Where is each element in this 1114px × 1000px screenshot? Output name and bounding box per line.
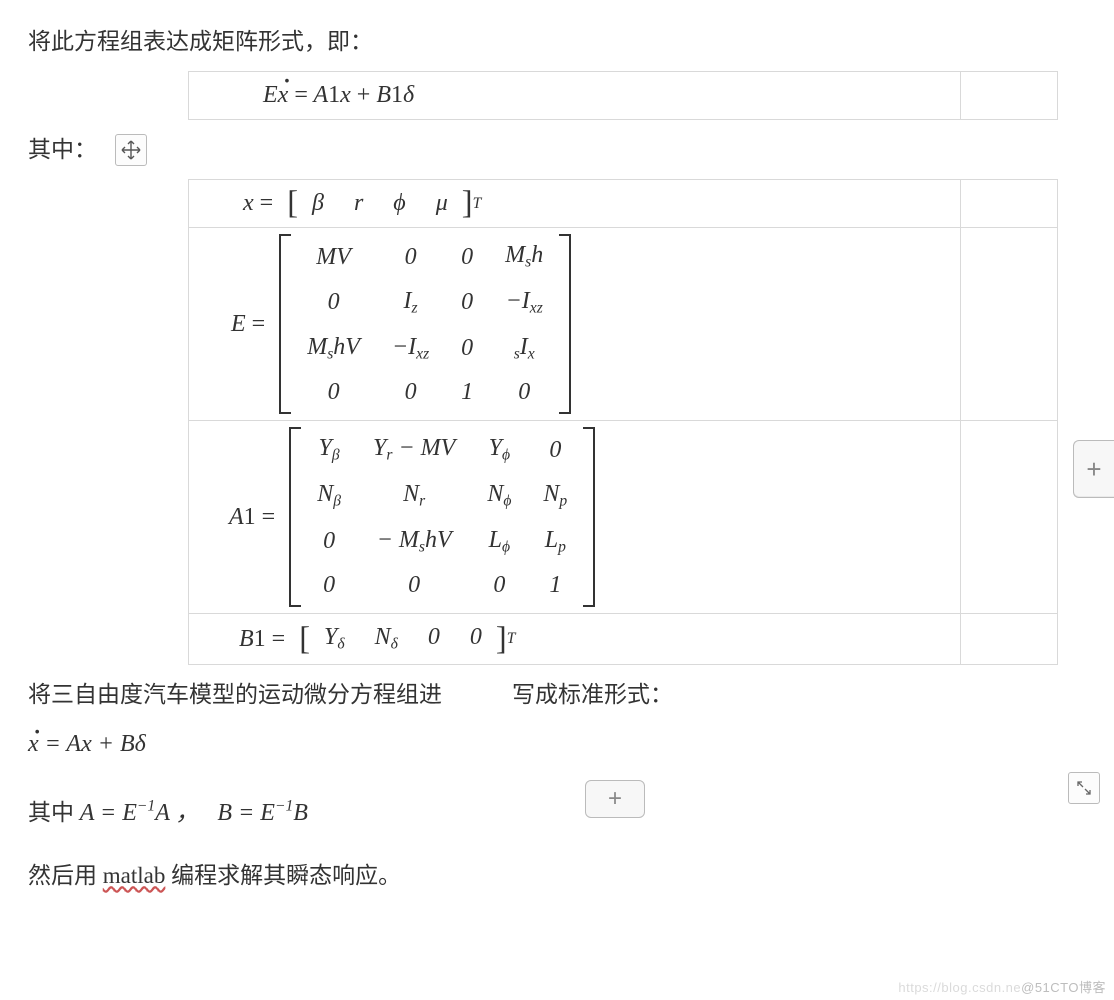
watermark-text: https://blog.csdn.ne@51CTO博客 (898, 977, 1106, 996)
expand-icon[interactable] (1068, 772, 1100, 804)
add-inline-button[interactable]: + (585, 780, 645, 818)
equation-E-matrix: E = MV00Msh0Iz0−IxzMshV−Ixz0sIx0010 (189, 228, 961, 421)
x-row-vec: βrϕμ (298, 186, 462, 221)
paragraph-standardform: 将三自由度汽车模型的运动微分方程组进写成标准形式： (28, 675, 1086, 714)
paragraph-matlab: 然后用 matlab 编程求解其瞬态响应。 (28, 856, 1086, 895)
move-icon[interactable] (115, 134, 147, 166)
paragraph-intro: 将此方程组表达成矩阵形式，即： (28, 22, 1086, 61)
equation-table-defs: x = [ βrϕμ ] T E = MV00Msh0Iz0−IxzM (188, 179, 1058, 665)
equation-xdot-AxBd: x = Ax + Bδ (28, 724, 1086, 765)
equation-table-main: Ex = A1x + B1δ (188, 71, 1058, 120)
matrix-E: MV00Msh0Iz0−IxzMshV−Ixz0sIx0010 (291, 234, 559, 414)
label-where: 其中： (28, 130, 97, 169)
equation-A1-matrix: A1 = YβYr − MVYϕ0NβNrNϕNp0− MshVLϕLp0001 (189, 421, 961, 614)
equation-B1-vector: B1 = [ YδNδ00 ] T (189, 614, 961, 665)
equation-x-vector: x = [ βrϕμ ] T (189, 180, 961, 228)
add-side-button[interactable]: + (1073, 440, 1114, 498)
paragraph-AB-def: 其中 A = E−1A ， B = E−1B (28, 793, 1086, 834)
equation-Exdot: Ex = A1x + B1δ (189, 72, 961, 120)
matrix-A1: YβYr − MVYϕ0NβNrNϕNp0− MshVLϕLp0001 (301, 427, 583, 607)
B1-row-vec: YδNδ00 (310, 620, 496, 658)
equation-number-cell (961, 72, 1058, 120)
